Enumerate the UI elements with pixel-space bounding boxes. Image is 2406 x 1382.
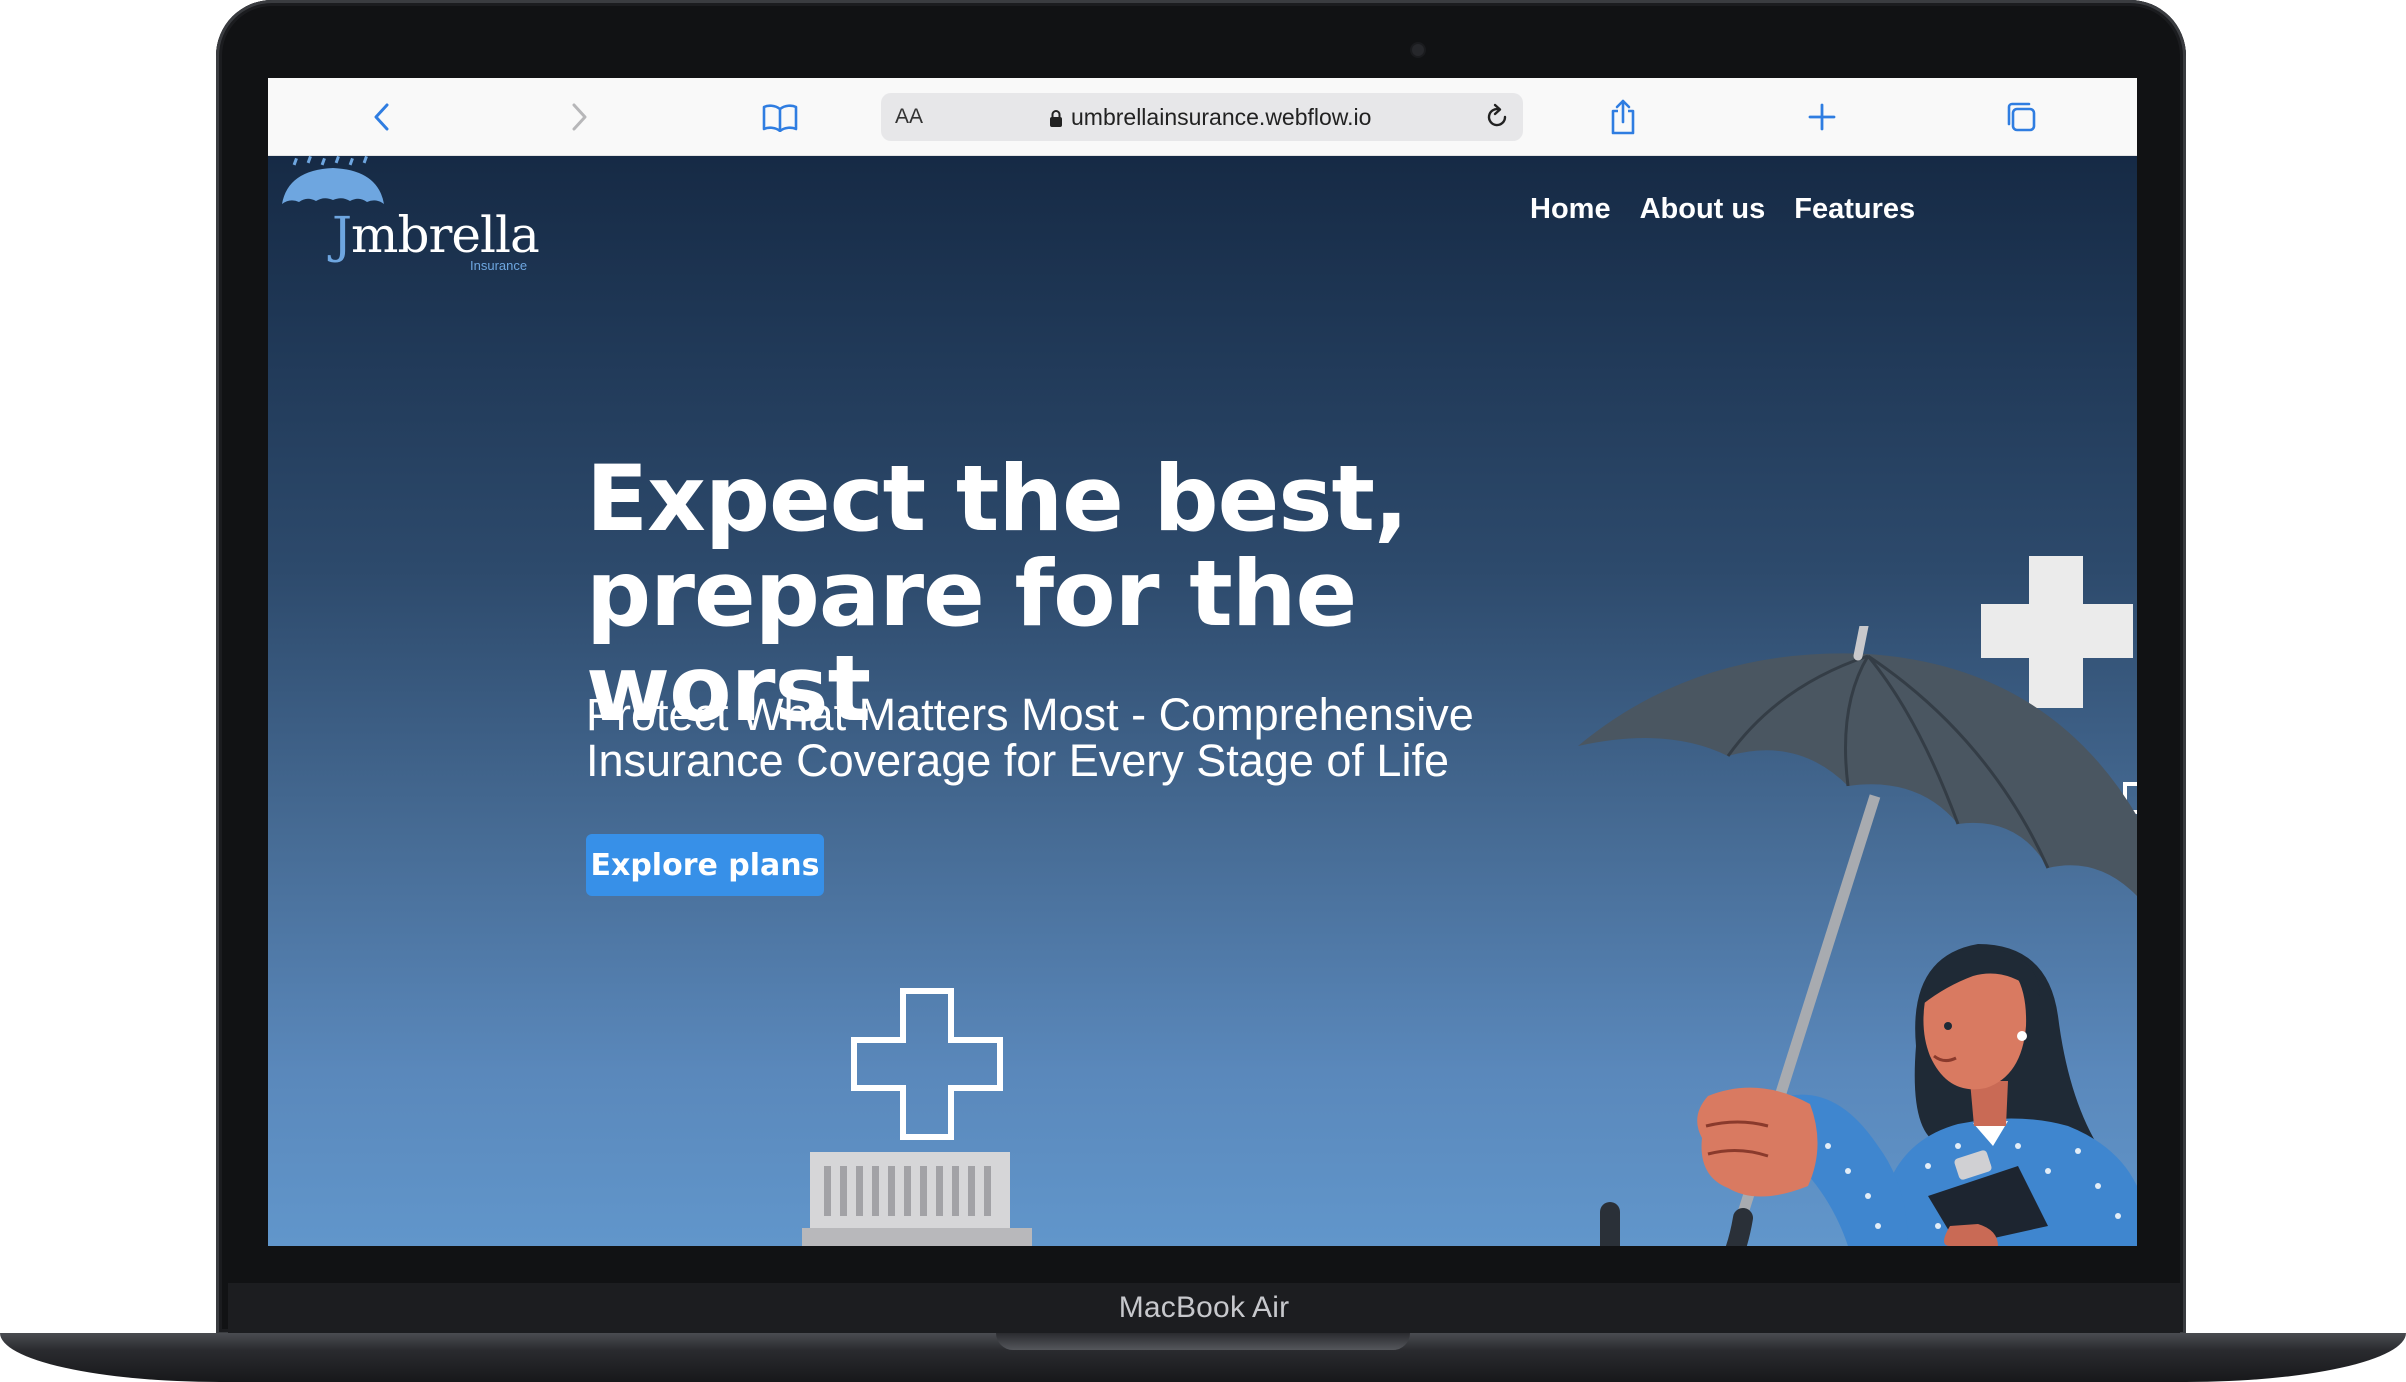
screen: AA umbrellainsurance.webflow.io Jmbrella… xyxy=(268,78,2137,1246)
laptop-chin: MacBook Air xyxy=(228,1283,2180,1333)
camera-icon xyxy=(1412,44,1424,56)
explore-plans-button[interactable]: Explore plans xyxy=(586,834,824,896)
url-text: umbrellainsurance.webflow.io xyxy=(1071,104,1372,130)
nav-home[interactable]: Home xyxy=(1530,193,1611,226)
main-nav: Home About us Features xyxy=(1530,193,1915,226)
back-icon[interactable] xyxy=(361,96,403,138)
reload-icon[interactable] xyxy=(1481,101,1513,133)
url-display[interactable]: umbrellainsurance.webflow.io xyxy=(1049,104,1371,131)
bookmarks-icon[interactable] xyxy=(759,96,801,138)
hero-subheading: Protect What Matters Most - Comprehensiv… xyxy=(586,689,1474,786)
building-icon xyxy=(802,1152,1032,1246)
forward-icon[interactable] xyxy=(558,96,600,138)
browser-toolbar: AA umbrellainsurance.webflow.io xyxy=(268,78,2137,156)
laptop-notch xyxy=(996,1333,1410,1350)
new-tab-icon[interactable] xyxy=(1801,96,1843,138)
logo-wordmark: Jmbrella xyxy=(332,206,540,264)
woman-with-umbrella-illustration xyxy=(1578,626,2137,1246)
share-icon[interactable] xyxy=(1602,96,1644,138)
nav-features[interactable]: Features xyxy=(1794,193,1915,226)
nav-about-us[interactable]: About us xyxy=(1640,193,1766,226)
text-size-button[interactable]: AA xyxy=(895,105,923,129)
medical-cross-outline-icon xyxy=(851,988,1003,1140)
headline-line-1: Expect the best, xyxy=(586,447,1409,552)
lock-icon xyxy=(1050,109,1062,127)
logo-subtitle: Insurance xyxy=(470,258,528,273)
device-label: MacBook Air xyxy=(1118,1291,1290,1324)
tabs-icon[interactable] xyxy=(2000,96,2042,138)
address-bar[interactable]: AA umbrellainsurance.webflow.io xyxy=(881,93,1523,141)
hero-section: Jmbrella Insurance Home About us Feature… xyxy=(268,156,2137,1246)
site-logo[interactable]: Jmbrella Insurance xyxy=(282,156,542,276)
